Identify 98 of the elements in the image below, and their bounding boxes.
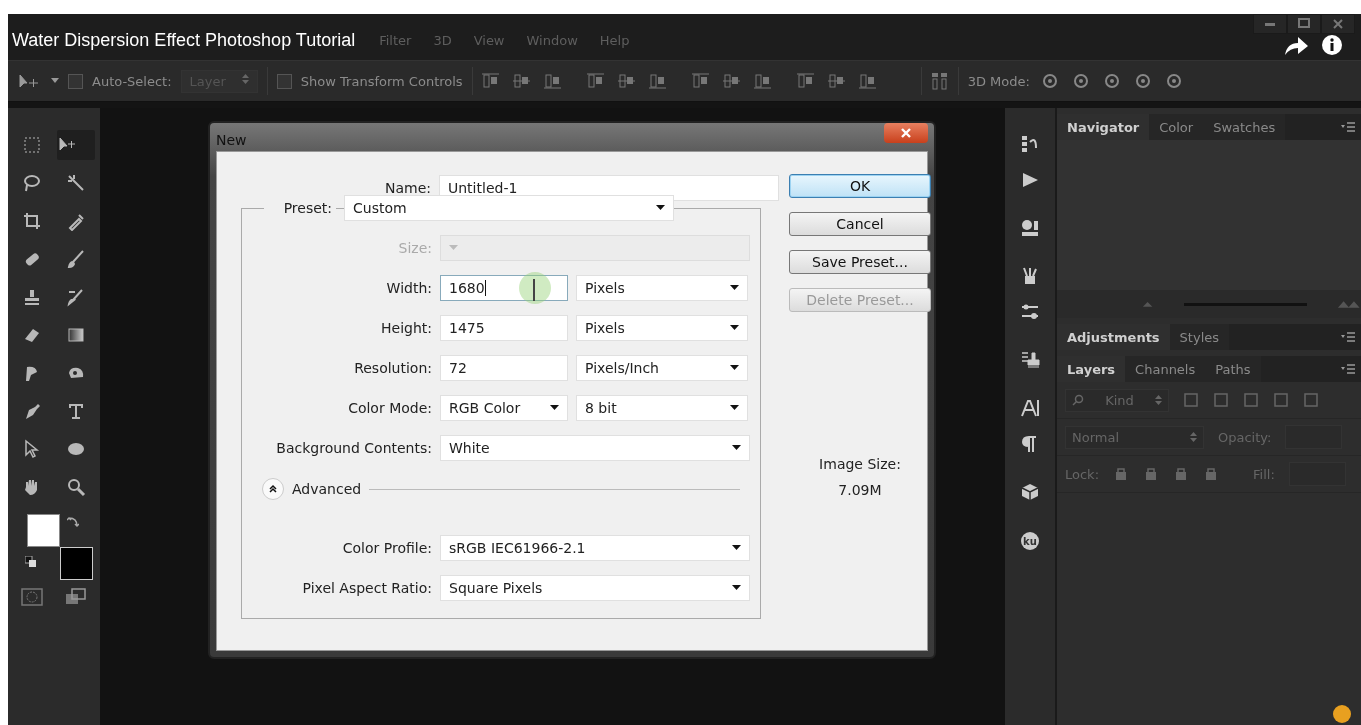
properties-icon[interactable] bbox=[1020, 218, 1040, 238]
caret-icon bbox=[732, 585, 741, 591]
caret-icon bbox=[550, 405, 559, 411]
bit-depth-dropdown[interactable]: 8 bit bbox=[576, 395, 748, 421]
minimize-icon bbox=[1265, 22, 1275, 26]
stepper-icon bbox=[1155, 395, 1162, 405]
unit-dropdown[interactable]: Pixels/Inch bbox=[576, 355, 748, 381]
dropdown[interactable]: Square Pixels bbox=[440, 575, 750, 601]
fill-label: Fill: bbox=[1253, 466, 1275, 482]
cube-icon[interactable] bbox=[1020, 482, 1040, 502]
checkbox[interactable] bbox=[276, 73, 292, 89]
panel-tab[interactable]: Styles bbox=[1169, 324, 1230, 350]
panel-tab[interactable]: Paths bbox=[1205, 356, 1261, 382]
move-icon[interactable] bbox=[57, 130, 95, 160]
field-label: Width: bbox=[385, 280, 432, 296]
caret-icon bbox=[449, 245, 458, 251]
video-title: Water Dispersion Effect Photoshop Tutorial bbox=[12, 29, 356, 51]
caret-icon[interactable] bbox=[51, 78, 59, 84]
default-colors-icon[interactable] bbox=[25, 556, 37, 568]
section-label: Advanced bbox=[292, 481, 362, 497]
field-label: Height: bbox=[380, 320, 432, 336]
stepper-icon bbox=[1190, 432, 1197, 442]
clone-source-icon[interactable] bbox=[1020, 350, 1040, 370]
number-field[interactable]: 1680 bbox=[440, 275, 568, 301]
color-mode-dropdown[interactable]: RGB Color bbox=[440, 395, 568, 421]
minimize-button[interactable] bbox=[1253, 14, 1287, 34]
dialog-button[interactable]: Save Preset... bbox=[789, 250, 931, 274]
field-label: Pixel Aspect Ratio: bbox=[301, 580, 432, 596]
dropdown[interactable]: White bbox=[440, 435, 750, 461]
panel-tab[interactable]: Swatches bbox=[1203, 114, 1286, 140]
chevron-icon bbox=[268, 484, 278, 494]
unit-dropdown[interactable]: Pixels bbox=[576, 275, 748, 301]
info-icon[interactable] bbox=[1321, 34, 1343, 56]
field-label: Size: bbox=[397, 240, 432, 256]
field-label: Color Mode: bbox=[347, 400, 432, 416]
number-field[interactable]: 72 bbox=[440, 355, 568, 381]
panel-tab[interactable]: Color bbox=[1149, 114, 1204, 140]
dropdown-value: Custom bbox=[353, 200, 407, 216]
stepper-icon bbox=[241, 73, 249, 84]
close-icon bbox=[1332, 18, 1344, 30]
click-indicator bbox=[519, 272, 551, 304]
panel-menu-icon[interactable] bbox=[1341, 122, 1355, 132]
dropdown-value: Square Pixels bbox=[449, 580, 543, 596]
distribute-icon[interactable] bbox=[930, 72, 949, 90]
caret-icon bbox=[732, 445, 741, 451]
auto-select-label: Auto-Select: bbox=[92, 73, 172, 89]
image-size-label: Image Size: bbox=[819, 456, 901, 472]
panel-menu-icon[interactable] bbox=[1341, 364, 1355, 374]
lock-label: Lock: bbox=[1065, 466, 1100, 482]
play-icon[interactable] bbox=[1020, 170, 1040, 190]
text-cursor-icon bbox=[533, 279, 535, 301]
panel-menu-icon[interactable] bbox=[1341, 332, 1355, 342]
foreground-color-swatch[interactable] bbox=[27, 514, 60, 547]
panel-tab[interactable]: Layers bbox=[1057, 356, 1126, 382]
swap-icon[interactable] bbox=[67, 516, 79, 528]
number-field[interactable]: 1475 bbox=[440, 315, 568, 341]
caret-icon bbox=[656, 205, 665, 211]
3d-mode-label: 3D Mode: bbox=[967, 73, 1030, 89]
field-label: Resolution: bbox=[353, 360, 432, 376]
dialog-title: New bbox=[216, 132, 247, 148]
panel-tab[interactable]: Adjustments bbox=[1057, 324, 1170, 350]
caret-icon bbox=[730, 405, 739, 411]
dropdown-value: White bbox=[449, 440, 490, 456]
caret-icon bbox=[730, 325, 739, 331]
dropdown[interactable]: sRGB IEC61966-2.1 bbox=[440, 535, 750, 561]
opacity-label: Opacity: bbox=[1218, 429, 1272, 445]
plugin-badge[interactable]: ku bbox=[1021, 532, 1039, 550]
dialog-button[interactable]: Cancel bbox=[789, 212, 931, 236]
caret-icon bbox=[732, 545, 741, 551]
collapse-toggle[interactable] bbox=[262, 478, 284, 500]
field-label: Color Profile: bbox=[341, 540, 432, 556]
dialog-button[interactable]: OK bbox=[789, 174, 931, 198]
field-label: Preset: bbox=[264, 200, 336, 216]
close-button[interactable] bbox=[884, 123, 928, 143]
image-size-value: 7.09M bbox=[838, 482, 882, 498]
close-icon bbox=[900, 128, 912, 138]
dropdown-value: sRGB IEC61966-2.1 bbox=[449, 540, 586, 556]
field-label: Name: bbox=[383, 180, 431, 196]
share-icon[interactable] bbox=[1283, 35, 1309, 57]
unit-dropdown[interactable]: Pixels bbox=[576, 315, 748, 341]
brushes-icon[interactable] bbox=[1020, 266, 1040, 286]
history-icon[interactable] bbox=[1020, 134, 1040, 154]
maximize-icon bbox=[1298, 18, 1310, 30]
adjust-sliders-icon[interactable] bbox=[1020, 302, 1040, 322]
show-transform-label: Show Transform Controls bbox=[300, 73, 463, 89]
character-icon[interactable] bbox=[1020, 398, 1040, 418]
panel-tab[interactable]: Channels bbox=[1125, 356, 1206, 382]
close-button[interactable] bbox=[1321, 14, 1355, 34]
checkbox[interactable] bbox=[68, 73, 83, 89]
field-label: Background Contents: bbox=[275, 440, 432, 456]
screen-mode-icon[interactable] bbox=[65, 588, 87, 606]
background-color-swatch[interactable] bbox=[60, 547, 93, 580]
caret-icon bbox=[730, 365, 739, 371]
search-icon bbox=[1072, 394, 1084, 406]
caret-icon bbox=[730, 285, 739, 291]
dropdown[interactable]: Custom bbox=[344, 195, 674, 221]
maximize-button[interactable] bbox=[1287, 14, 1321, 34]
panel-tab[interactable]: Navigator bbox=[1057, 114, 1150, 140]
